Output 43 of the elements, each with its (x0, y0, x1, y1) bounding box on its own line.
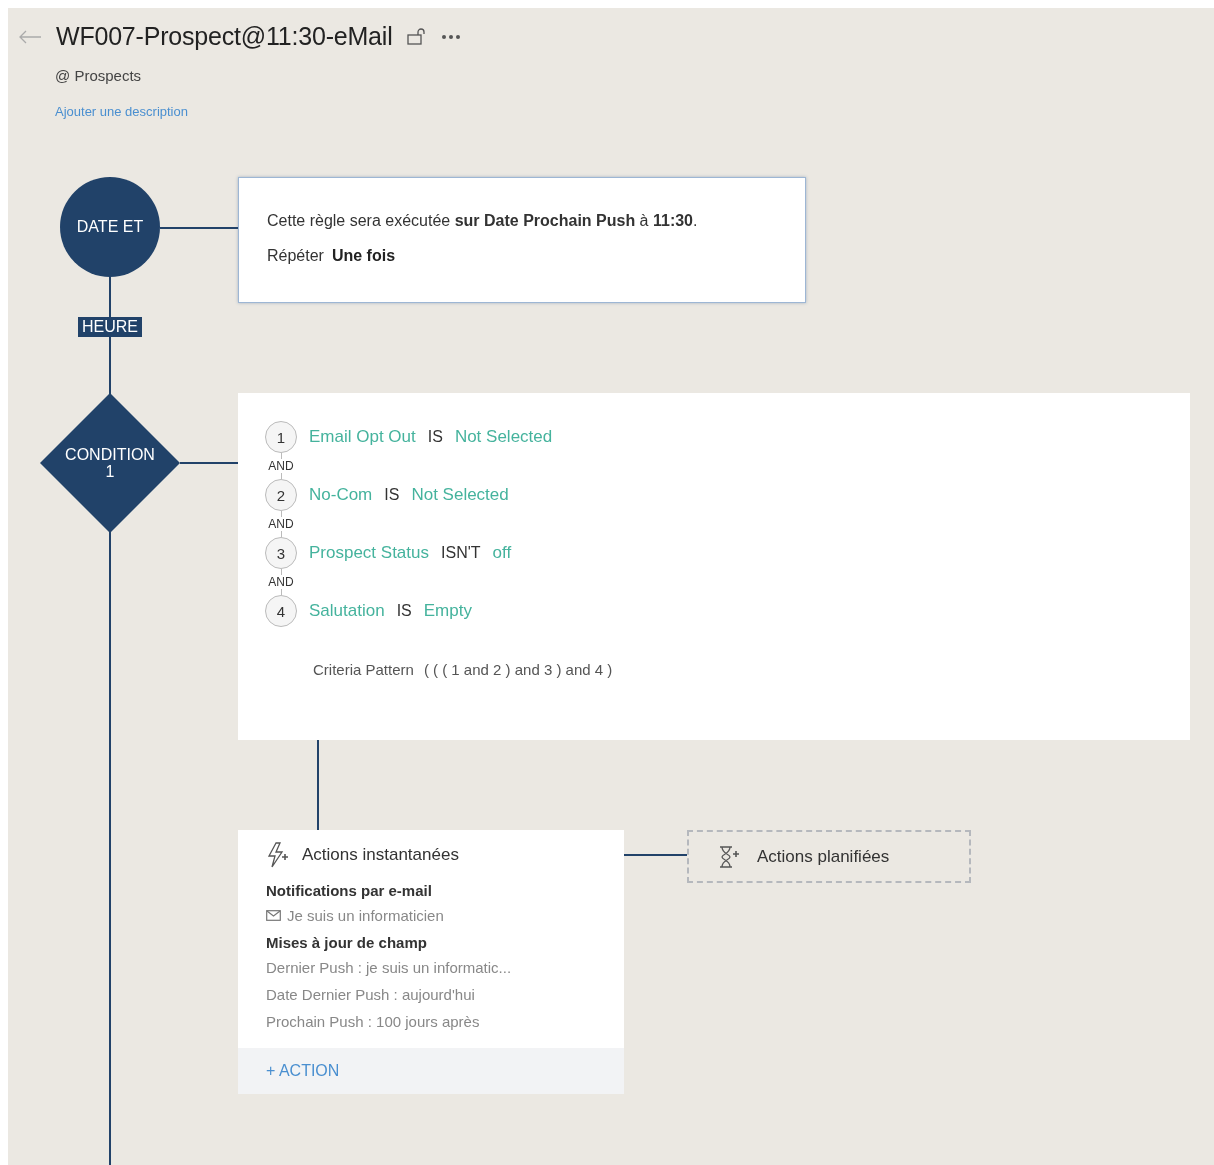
criterion-field: Email Opt Out (309, 427, 416, 447)
criterion-field: Salutation (309, 601, 385, 621)
criterion-value: Not Selected (411, 485, 509, 505)
field-update-text: Dernier Push : je suis un informatic... (266, 959, 512, 976)
criterion-operator: IS (396, 602, 412, 620)
add-action-button[interactable]: + ACTION (266, 1062, 340, 1080)
criterion-value: off (492, 543, 512, 563)
rule-sentence: Cette règle sera exécutée sur Date Prochain Push à 11:30. (267, 212, 699, 230)
criterion-operator: ISN'T (441, 544, 481, 562)
date-time-node: DATE ET (60, 177, 160, 277)
pattern-label: Criteria Pattern (313, 661, 414, 678)
unlock-icon[interactable] (406, 28, 427, 45)
criterion-number: 1 (265, 421, 297, 453)
criterion-field: No-Com (309, 485, 373, 505)
criterion-operator: IS (384, 486, 400, 504)
criterion-number: 2 (265, 479, 297, 511)
module-label: @ Prospects (55, 67, 143, 84)
lightning-plus-icon (266, 842, 290, 868)
criterion-number: 3 (265, 537, 297, 569)
add-description-link[interactable]: Ajouter une description (55, 104, 188, 119)
criterion-value: Empty (423, 601, 472, 621)
scheduled-actions-box[interactable]: Actions planifiées (687, 830, 971, 883)
field-update-text: Prochain Push : 100 jours après (266, 1013, 480, 1030)
and-label: AND (268, 459, 294, 473)
action-group-title: Mises à jour de champ (266, 934, 428, 951)
workflow-title: WF007-Prospect@11:30-eMail (56, 22, 393, 51)
and-label: AND (268, 575, 294, 589)
criterion-number: 4 (265, 595, 297, 627)
criterion-value: Not Selected (454, 427, 553, 447)
field-update-text: Date Dernier Push : aujourd'hui (266, 986, 475, 1003)
and-label: AND (268, 517, 294, 531)
hourglass-plus-icon (717, 844, 741, 869)
more-icon[interactable] (440, 33, 461, 40)
instant-actions-title: Actions instantanées (302, 845, 459, 865)
condition-node: CONDITION 1 (40, 393, 180, 533)
node-sublabel: HEURE (78, 317, 142, 337)
envelope-icon (266, 910, 281, 921)
criterion-field: Prospect Status (309, 543, 429, 563)
criterion-operator: IS (427, 428, 443, 446)
action-group-title: Notifications par e-mail (266, 882, 433, 899)
pattern-value: ( ( ( 1 and 2 ) and 3 ) and 4 ) (423, 661, 613, 678)
email-template-name: Je suis un informaticien (287, 907, 444, 924)
repeat-text: Répéter Une fois (267, 247, 397, 265)
